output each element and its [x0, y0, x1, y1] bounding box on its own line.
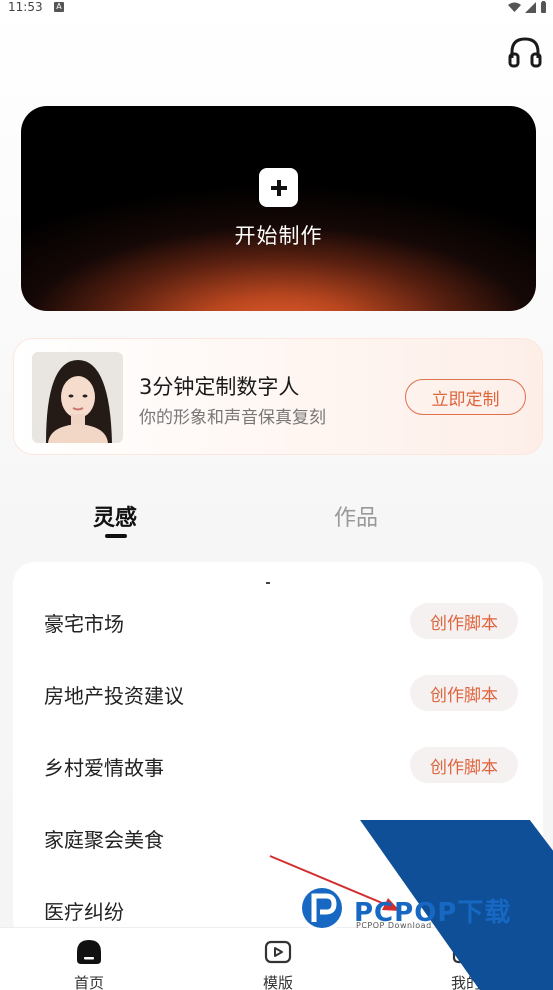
watermark-logo: PCPOP下载 PCPOP Download	[269, 855, 546, 940]
start-creation-card[interactable]: 开始制作	[21, 106, 536, 311]
list-item[interactable]: 房地产投资建议 创作脚本	[13, 668, 543, 718]
customize-now-button[interactable]: 立即定制	[405, 379, 526, 415]
promo-subtitle: 你的形象和声音保真复刻	[139, 408, 326, 428]
scroll-indicator	[266, 582, 270, 584]
status-icons	[508, 1, 547, 13]
nav-label-templates: 模版	[262, 974, 293, 990]
watermark-subtext: PCPOP Download	[356, 921, 432, 930]
start-creation-label: 开始制作	[234, 224, 323, 248]
tab-works[interactable]: 作品	[334, 500, 378, 532]
avatar	[32, 352, 123, 443]
list-item-label: 房地产投资建议	[44, 684, 184, 708]
tab-inspiration[interactable]: 灵感	[93, 500, 137, 532]
status-time: 11:53	[8, 0, 43, 14]
nav-item-home[interactable]: 首页	[44, 928, 134, 990]
create-script-button[interactable]: 创作脚本	[410, 603, 518, 639]
list-item-label: 医疗纠纷	[44, 900, 124, 924]
list-item[interactable]: 乡村爱情故事 创作脚本	[13, 740, 543, 790]
digital-human-promo-card[interactable]: 3分钟定制数字人 你的形象和声音保真复刻 立即定制	[13, 338, 543, 455]
headphone-icon	[508, 37, 542, 68]
notification-badge-icon: A	[54, 2, 64, 12]
home-icon	[77, 940, 101, 964]
create-script-button[interactable]: 创作脚本	[410, 747, 518, 783]
create-script-button[interactable]: 创作脚本	[410, 675, 518, 711]
battery-icon	[541, 1, 546, 13]
list-item-label: 豪宅市场	[44, 612, 124, 636]
nav-label-home: 首页	[73, 974, 104, 990]
list-item-label: 乡村爱情故事	[44, 756, 164, 780]
list-item-label: 家庭聚会美食	[44, 828, 164, 852]
tab-active-indicator	[105, 534, 127, 538]
status-bar: 11:53 A	[0, 0, 553, 16]
signal-icon	[525, 1, 536, 13]
promo-title: 3分钟定制数字人	[139, 375, 300, 399]
customer-service-button[interactable]	[507, 34, 543, 70]
list-item[interactable]: 豪宅市场 创作脚本	[13, 596, 543, 646]
video-template-icon	[264, 940, 292, 964]
wifi-icon	[508, 2, 521, 12]
plus-icon	[259, 168, 298, 207]
